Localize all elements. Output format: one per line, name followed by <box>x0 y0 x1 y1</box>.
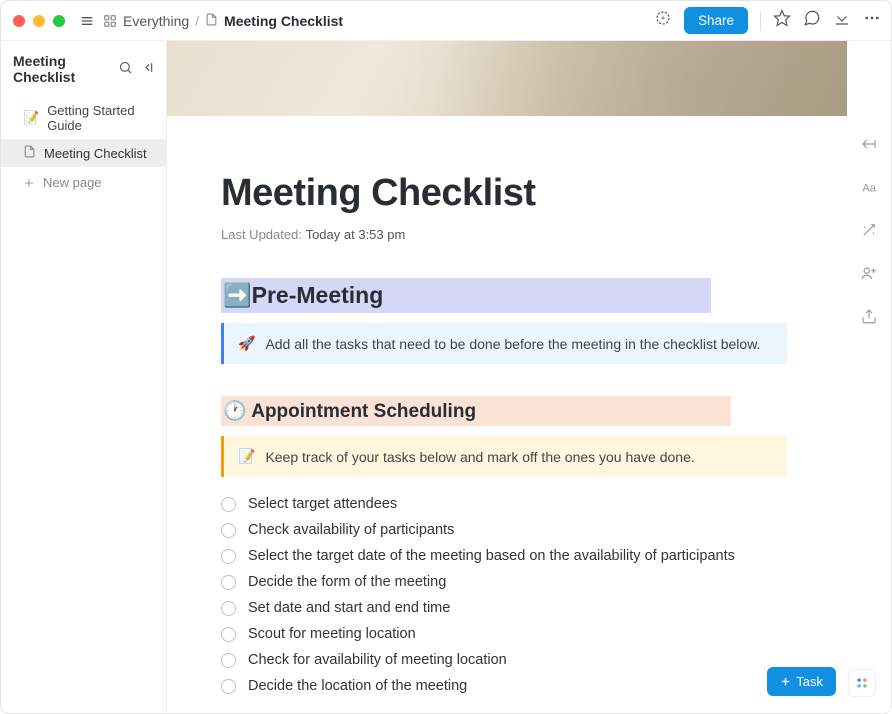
checklist-item-label: Decide the location of the meeting <box>248 678 467 694</box>
callout-pre-meeting[interactable]: 🚀 Add all the tasks that need to be done… <box>221 323 787 364</box>
checklist-item-label: Scout for meeting location <box>248 626 416 642</box>
last-updated: Last Updated: Today at 3:53 pm <box>221 227 787 242</box>
width-icon[interactable] <box>860 135 878 158</box>
collapse-icon[interactable] <box>141 60 156 78</box>
sidebar-item-label: Getting Started Guide <box>47 103 156 133</box>
task-button[interactable]: Task <box>767 667 836 696</box>
checklist-item[interactable]: Decide the form of the meeting <box>221 573 787 591</box>
window-controls <box>11 15 71 27</box>
maximize-window-button[interactable] <box>53 15 65 27</box>
sidebar-item-getting-started-guide[interactable]: 📝 Getting Started Guide <box>1 97 166 139</box>
checklist-item[interactable]: Check availability of participants <box>221 521 787 539</box>
checklist-item[interactable]: Select the target date of the meeting ba… <box>221 547 787 565</box>
apps-button[interactable] <box>848 669 876 697</box>
checklist-item[interactable]: Decide the location of the meeting <box>221 677 787 695</box>
collaborators-icon[interactable] <box>860 264 878 287</box>
target-icon[interactable] <box>654 9 672 32</box>
typography-icon[interactable]: Aa <box>860 178 878 201</box>
svg-text:Aa: Aa <box>862 183 877 195</box>
right-rail: Aa <box>847 41 891 713</box>
checkbox-circle[interactable] <box>221 575 236 590</box>
export-icon[interactable] <box>860 307 878 330</box>
checkbox-circle[interactable] <box>221 627 236 642</box>
sidebar: Meeting Checklist 📝 Getting Started Guide… <box>1 41 167 713</box>
magic-icon[interactable] <box>860 221 878 244</box>
close-window-button[interactable] <box>13 15 25 27</box>
download-icon[interactable] <box>833 9 851 32</box>
memo-icon: 📝 <box>238 448 255 465</box>
page-icon <box>23 145 36 161</box>
comment-icon[interactable] <box>803 9 821 32</box>
sidebar-header: Meeting Checklist <box>1 41 166 97</box>
sidebar-title: Meeting Checklist <box>13 53 102 85</box>
heading-pre-meeting[interactable]: ➡️Pre-Meeting <box>221 278 711 313</box>
more-icon[interactable] <box>863 9 881 32</box>
new-page-button[interactable]: New page <box>1 167 166 198</box>
checklist-item-label: Set date and start and end time <box>248 600 450 616</box>
callout-text: Add all the tasks that need to be done b… <box>265 336 760 352</box>
page-title[interactable]: Meeting Checklist <box>221 172 787 215</box>
breadcrumb-separator: / <box>195 13 199 29</box>
page-icon <box>205 13 218 29</box>
breadcrumb-root[interactable]: Everything <box>123 13 189 29</box>
menu-icon[interactable] <box>79 13 95 29</box>
content: Meeting Checklist Last Updated: Today at… <box>167 41 847 713</box>
callout-appointment[interactable]: 📝 Keep track of your tasks below and mar… <box>221 436 787 477</box>
checklist-item[interactable]: Select target attendees <box>221 495 787 513</box>
rocket-icon: 🚀 <box>238 335 255 352</box>
checklist-item-label: Select target attendees <box>248 496 397 512</box>
heading-appointment-scheduling[interactable]: 🕐 Appointment Scheduling <box>221 396 731 426</box>
sidebar-item-meeting-checklist[interactable]: Meeting Checklist <box>1 139 166 167</box>
checklist-item[interactable]: Scout for meeting location <box>221 625 787 643</box>
checklist-item-label: Check for availability of meeting locati… <box>248 652 507 668</box>
breadcrumb: Everything / Meeting Checklist <box>103 13 343 29</box>
new-page-label: New page <box>43 175 102 190</box>
checklist-item-label: Check availability of participants <box>248 522 454 538</box>
callout-text: Keep track of your tasks below and mark … <box>265 449 694 465</box>
breadcrumb-current[interactable]: Meeting Checklist <box>224 13 343 29</box>
star-icon[interactable] <box>773 9 791 32</box>
checklist: Select target attendees Check availabilit… <box>221 495 787 695</box>
grid-icon <box>103 14 117 28</box>
topbar: Everything / Meeting Checklist Share <box>1 1 891 41</box>
checkbox-circle[interactable] <box>221 523 236 538</box>
cover-image[interactable] <box>167 41 847 116</box>
checkbox-circle[interactable] <box>221 497 236 512</box>
checkbox-circle[interactable] <box>221 653 236 668</box>
separator <box>760 11 761 31</box>
checklist-item-label: Select the target date of the meeting ba… <box>248 548 735 564</box>
checklist-item[interactable]: Set date and start and end time <box>221 599 787 617</box>
checkbox-circle[interactable] <box>221 601 236 616</box>
search-icon[interactable] <box>118 60 133 78</box>
sidebar-item-label: Meeting Checklist <box>44 146 147 161</box>
checkbox-circle[interactable] <box>221 549 236 564</box>
share-button[interactable]: Share <box>684 7 748 34</box>
emoji-icon: 📝 <box>23 110 39 126</box>
checklist-item-label: Decide the form of the meeting <box>248 574 446 590</box>
checklist-item[interactable]: Check for availability of meeting locati… <box>221 651 787 669</box>
checkbox-circle[interactable] <box>221 679 236 694</box>
minimize-window-button[interactable] <box>33 15 45 27</box>
